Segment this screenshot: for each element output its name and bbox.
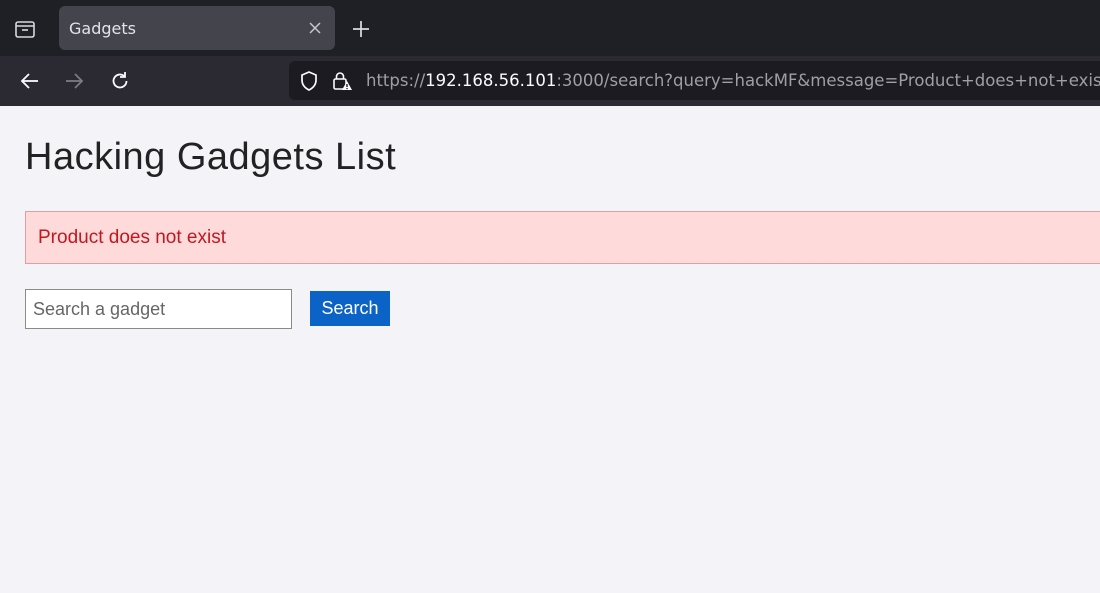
reload-icon[interactable] bbox=[107, 68, 133, 94]
search-button[interactable]: Search bbox=[310, 291, 390, 326]
shield-icon[interactable] bbox=[298, 70, 320, 92]
close-icon[interactable] bbox=[305, 18, 325, 38]
new-tab-icon[interactable] bbox=[350, 18, 372, 40]
tab-list-icon[interactable] bbox=[12, 16, 38, 42]
address-bar[interactable]: https://192.168.56.101:3000/search?query… bbox=[289, 61, 1100, 100]
insecure-lock-icon[interactable] bbox=[331, 70, 353, 92]
alert-message: Product does not exist bbox=[38, 227, 226, 248]
navigation-toolbar: https://192.168.56.101:3000/search?query… bbox=[0, 56, 1100, 106]
tab-title: Gadgets bbox=[69, 19, 136, 38]
search-input[interactable] bbox=[25, 289, 292, 329]
url-scheme: https:// bbox=[366, 71, 426, 90]
page-content: Hacking Gadgets List Product does not ex… bbox=[0, 106, 1100, 593]
url-host: 192.168.56.101 bbox=[425, 71, 557, 90]
forward-icon[interactable] bbox=[61, 68, 87, 94]
error-alert: Product does not exist bbox=[25, 211, 1100, 264]
tab-gadgets[interactable]: Gadgets bbox=[59, 6, 335, 50]
page-title: Hacking Gadgets List bbox=[25, 136, 397, 178]
tab-strip: Gadgets bbox=[0, 0, 1100, 56]
back-icon[interactable] bbox=[17, 68, 43, 94]
url-text[interactable]: https://192.168.56.101:3000/search?query… bbox=[366, 71, 1100, 90]
url-path: :3000/search?query=hackMF&message=Produc… bbox=[556, 71, 1100, 90]
